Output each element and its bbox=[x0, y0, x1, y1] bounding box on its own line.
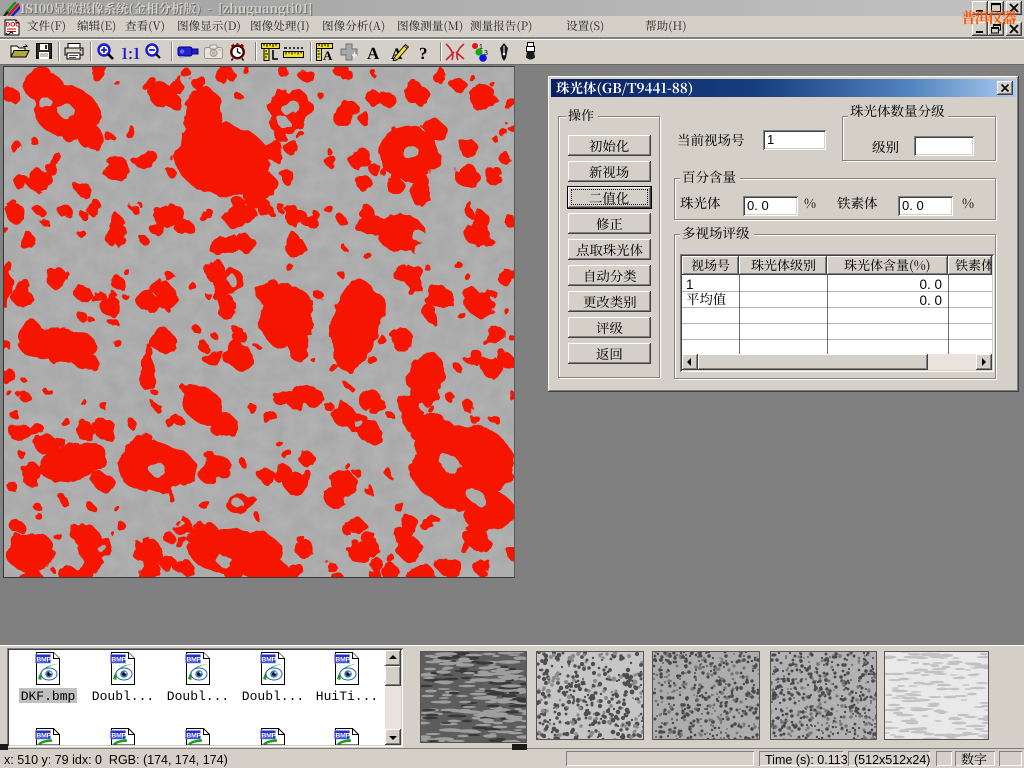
svg-text:DOC: DOC bbox=[6, 22, 21, 29]
svg-text:BMP: BMP bbox=[186, 733, 201, 740]
svg-text:BMP: BMP bbox=[36, 657, 51, 664]
svg-text:A: A bbox=[323, 48, 333, 61]
svg-text:BMP: BMP bbox=[36, 733, 51, 740]
svg-text:BMP: BMP bbox=[261, 733, 276, 740]
svg-text:BMP: BMP bbox=[261, 657, 276, 664]
svg-text:1: 1 bbox=[479, 44, 483, 51]
svg-text:BMP: BMP bbox=[186, 657, 201, 664]
svg-text:BMP: BMP bbox=[335, 733, 350, 740]
svg-text:BMP: BMP bbox=[111, 657, 126, 664]
svg-text:BMP: BMP bbox=[111, 733, 126, 740]
svg-text:BMP: BMP bbox=[335, 657, 350, 664]
svg-text:3: 3 bbox=[484, 50, 488, 57]
